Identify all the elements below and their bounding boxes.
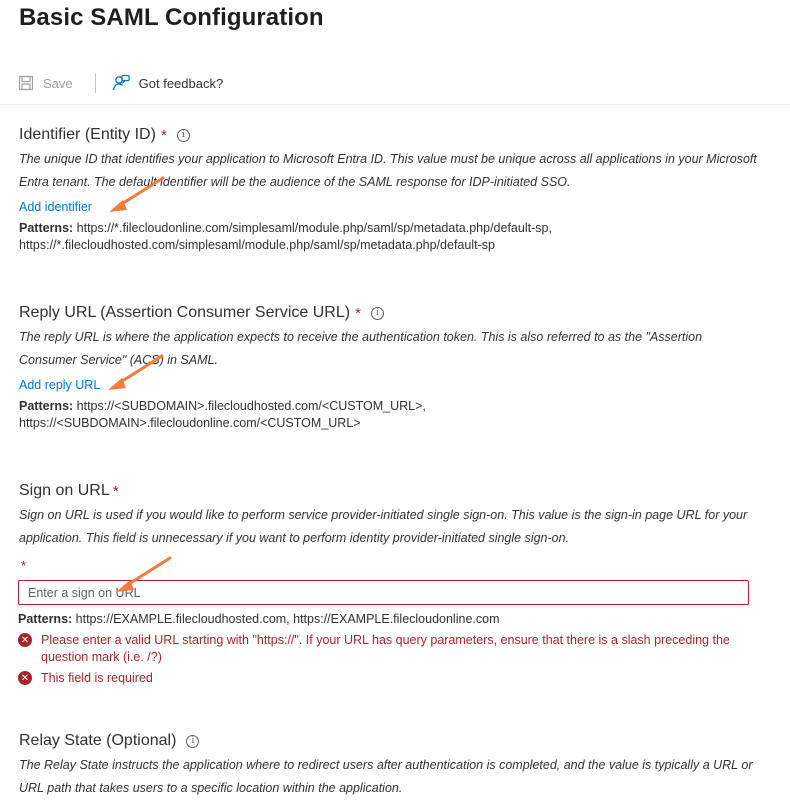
patterns-line-1: https://<SUBDOMAIN>.filecloudhosted.com/… (73, 399, 426, 413)
info-icon[interactable]: i (370, 306, 384, 320)
info-icon[interactable]: i (176, 128, 190, 142)
sign-on-url-input[interactable] (18, 580, 749, 605)
validation-error-url: ✕ Please enter a valid URL starting with… (18, 632, 753, 666)
add-reply-url-link[interactable]: Add reply URL (19, 378, 100, 392)
identifier-heading: Identifier (Entity ID) * i (19, 126, 759, 144)
required-marker: * (355, 304, 361, 322)
reply-url-patterns: Patterns: https://<SUBDOMAIN>.filecloudh… (19, 398, 759, 432)
relay-state-section: Relay State (Optional) i The Relay State… (19, 732, 759, 800)
feedback-icon (112, 74, 130, 91)
sign-on-url-title: Sign on URL (19, 482, 110, 499)
page-title: Basic SAML Configuration (19, 4, 324, 31)
sign-on-url-patterns: Patterns: https://EXAMPLE.filecloudhoste… (18, 611, 499, 628)
validation-error-required: ✕ This field is required (18, 670, 153, 687)
patterns-text: https://EXAMPLE.filecloudhosted.com, htt… (72, 612, 500, 626)
info-icon[interactable]: i (186, 734, 200, 748)
toolbar-divider (0, 104, 790, 105)
relay-state-description: The Relay State instructs the applicatio… (19, 758, 753, 795)
sign-on-url-description: Sign on URL is used if you would like to… (19, 508, 748, 545)
reply-url-title: Reply URL (Assertion Consumer Service UR… (19, 304, 351, 321)
feedback-label: Got feedback? (138, 75, 224, 91)
relay-state-heading: Relay State (Optional) i (19, 732, 759, 750)
error-icon: ✕ (18, 633, 32, 647)
patterns-label: Patterns: (19, 399, 74, 413)
sign-on-url-section: Sign on URL * Sign on URL is used if you… (19, 482, 759, 550)
identifier-description: The unique ID that identifies your appli… (19, 152, 757, 189)
identifier-section: Identifier (Entity ID) * i The unique ID… (19, 126, 759, 254)
reply-url-heading: Reply URL (Assertion Consumer Service UR… (19, 304, 759, 322)
save-button[interactable]: Save (18, 75, 73, 91)
toolbar-separator (94, 73, 96, 93)
patterns-label: Patterns: (19, 221, 74, 235)
save-icon (18, 75, 34, 91)
patterns-line-2: https://*.filecloudhosted.com/simplesaml… (19, 238, 495, 252)
patterns-line-1: https://*.filecloudonline.com/simplesaml… (73, 221, 552, 235)
toolbar: Save Got feedback? (18, 70, 223, 96)
reply-url-description: The reply URL is where the application e… (19, 330, 703, 367)
field-required-marker: * (21, 558, 27, 573)
relay-state-title: Relay State (Optional) (19, 732, 177, 749)
identifier-patterns: Patterns: https://*.filecloudonline.com/… (19, 220, 759, 254)
feedback-button[interactable]: Got feedback? (112, 74, 224, 92)
add-identifier-link[interactable]: Add identifier (19, 200, 92, 214)
reply-url-section: Reply URL (Assertion Consumer Service UR… (19, 304, 759, 432)
required-marker: * (160, 126, 167, 144)
identifier-title: Identifier (Entity ID) (19, 126, 156, 143)
error-message-url: Please enter a valid URL starting with "… (41, 633, 730, 664)
patterns-label: Patterns: (18, 612, 73, 626)
required-marker: * (112, 482, 119, 500)
error-icon: ✕ (18, 671, 32, 685)
sign-on-url-heading: Sign on URL * (19, 482, 759, 500)
save-label: Save (43, 75, 73, 91)
patterns-line-2: https://<SUBDOMAIN>.filecloudonline.com/… (19, 416, 361, 430)
error-message-required: This field is required (41, 671, 153, 685)
